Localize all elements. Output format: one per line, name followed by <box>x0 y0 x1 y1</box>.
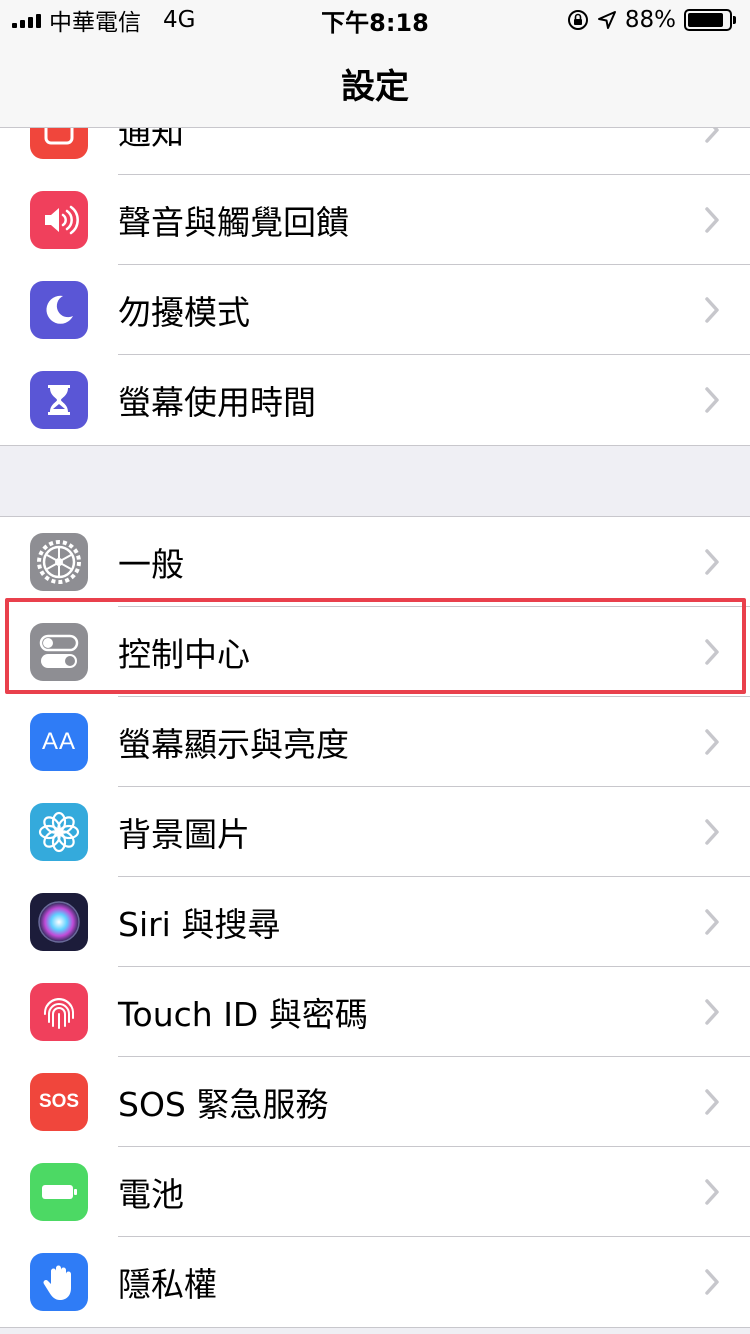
battery-icon <box>30 1163 88 1221</box>
text-size-icon: AA <box>30 713 88 771</box>
status-bar: 中華電信 4G 下午8:18 88% <box>0 0 750 40</box>
chevron-right-icon <box>705 639 719 665</box>
orientation-lock-icon <box>567 10 588 30</box>
hand-icon <box>30 1253 88 1311</box>
settings-row-label: 勿擾模式 <box>118 293 250 332</box>
settings-row-label: Siri 與搜尋 <box>118 905 281 944</box>
sos-icon: SOS <box>30 1073 88 1131</box>
network-type: 4G <box>163 7 196 33</box>
settings-list[interactable]: 通知聲音與觸覺回饋 勿擾模式螢幕使用時間 一般控制中心 AA 螢幕顯示與亮度 背景圖片 S… <box>0 128 750 1334</box>
settings-row-label: 控制中心 <box>118 635 250 674</box>
navigation-bar: 設定 <box>0 40 750 128</box>
settings-row-label: 背景圖片 <box>118 815 250 854</box>
flower-icon <box>30 803 88 861</box>
moon-icon <box>30 281 88 339</box>
settings-row[interactable]: 電池 <box>0 1147 750 1237</box>
settings-row[interactable]: Touch ID 與密碼 <box>0 967 750 1057</box>
status-right: 88% <box>567 7 736 33</box>
hourglass-icon <box>30 371 88 429</box>
settings-row[interactable]: 隱私權 <box>0 1237 750 1327</box>
status-left: 中華電信 4G <box>12 3 195 37</box>
settings-row[interactable]: 勿擾模式 <box>0 265 750 355</box>
icon-glyph: AA <box>41 728 76 755</box>
settings-group-2: 一般控制中心 AA 螢幕顯示與亮度 背景圖片 Siri 與搜尋 Touch ID 與密碼 S… <box>0 516 750 1328</box>
chevron-right-icon <box>705 1179 719 1205</box>
chevron-right-icon <box>705 909 719 935</box>
notifications-icon <box>30 128 88 159</box>
settings-row[interactable]: 一般 <box>0 517 750 607</box>
siri-icon <box>30 893 88 951</box>
fingerprint-icon <box>30 983 88 1041</box>
gear-icon <box>30 533 88 591</box>
settings-row[interactable]: Siri 與搜尋 <box>0 877 750 967</box>
settings-row-label: 螢幕使用時間 <box>118 383 316 422</box>
battery-percent: 88% <box>624 7 676 33</box>
chevron-right-icon <box>705 999 719 1025</box>
chevron-right-icon <box>705 297 719 323</box>
chevron-right-icon <box>705 207 719 233</box>
chevron-right-icon <box>705 1269 719 1295</box>
settings-row[interactable]: 背景圖片 <box>0 787 750 877</box>
settings-row-label: 通知 <box>118 128 184 152</box>
settings-row-label: SOS 緊急服務 <box>118 1085 329 1124</box>
settings-row-label: 電池 <box>118 1175 184 1214</box>
icon-glyph: SOS <box>38 1091 80 1112</box>
settings-row[interactable]: 螢幕使用時間 <box>0 355 750 445</box>
carrier-name: 中華電信 <box>49 10 141 36</box>
settings-row-label: 聲音與觸覺回饋 <box>118 203 349 242</box>
chevron-right-icon <box>705 128 719 143</box>
settings-group-1: 通知聲音與觸覺回饋 勿擾模式螢幕使用時間 <box>0 128 750 446</box>
settings-row[interactable]: AA 螢幕顯示與亮度 <box>0 697 750 787</box>
location-icon <box>597 11 616 29</box>
battery-status-icon <box>684 9 736 31</box>
page-title: 設定 <box>341 67 409 107</box>
chevron-right-icon <box>705 549 719 575</box>
settings-row[interactable]: 通知 <box>0 128 750 175</box>
settings-row-label: 螢幕顯示與亮度 <box>118 725 349 764</box>
signal-icon <box>12 12 41 28</box>
settings-row-label: 隱私權 <box>118 1265 217 1304</box>
settings-row-label: Touch ID 與密碼 <box>118 995 368 1034</box>
settings-row-label: 一般 <box>118 545 184 584</box>
settings-row[interactable]: 控制中心 <box>0 607 750 697</box>
switches-icon <box>30 623 88 681</box>
chevron-right-icon <box>705 387 719 413</box>
speaker-icon <box>30 191 88 249</box>
settings-row[interactable]: 聲音與觸覺回饋 <box>0 175 750 265</box>
settings-row[interactable]: SOS SOS 緊急服務 <box>0 1057 750 1147</box>
chevron-right-icon <box>705 1089 719 1115</box>
chevron-right-icon <box>705 819 719 845</box>
chevron-right-icon <box>705 729 719 755</box>
